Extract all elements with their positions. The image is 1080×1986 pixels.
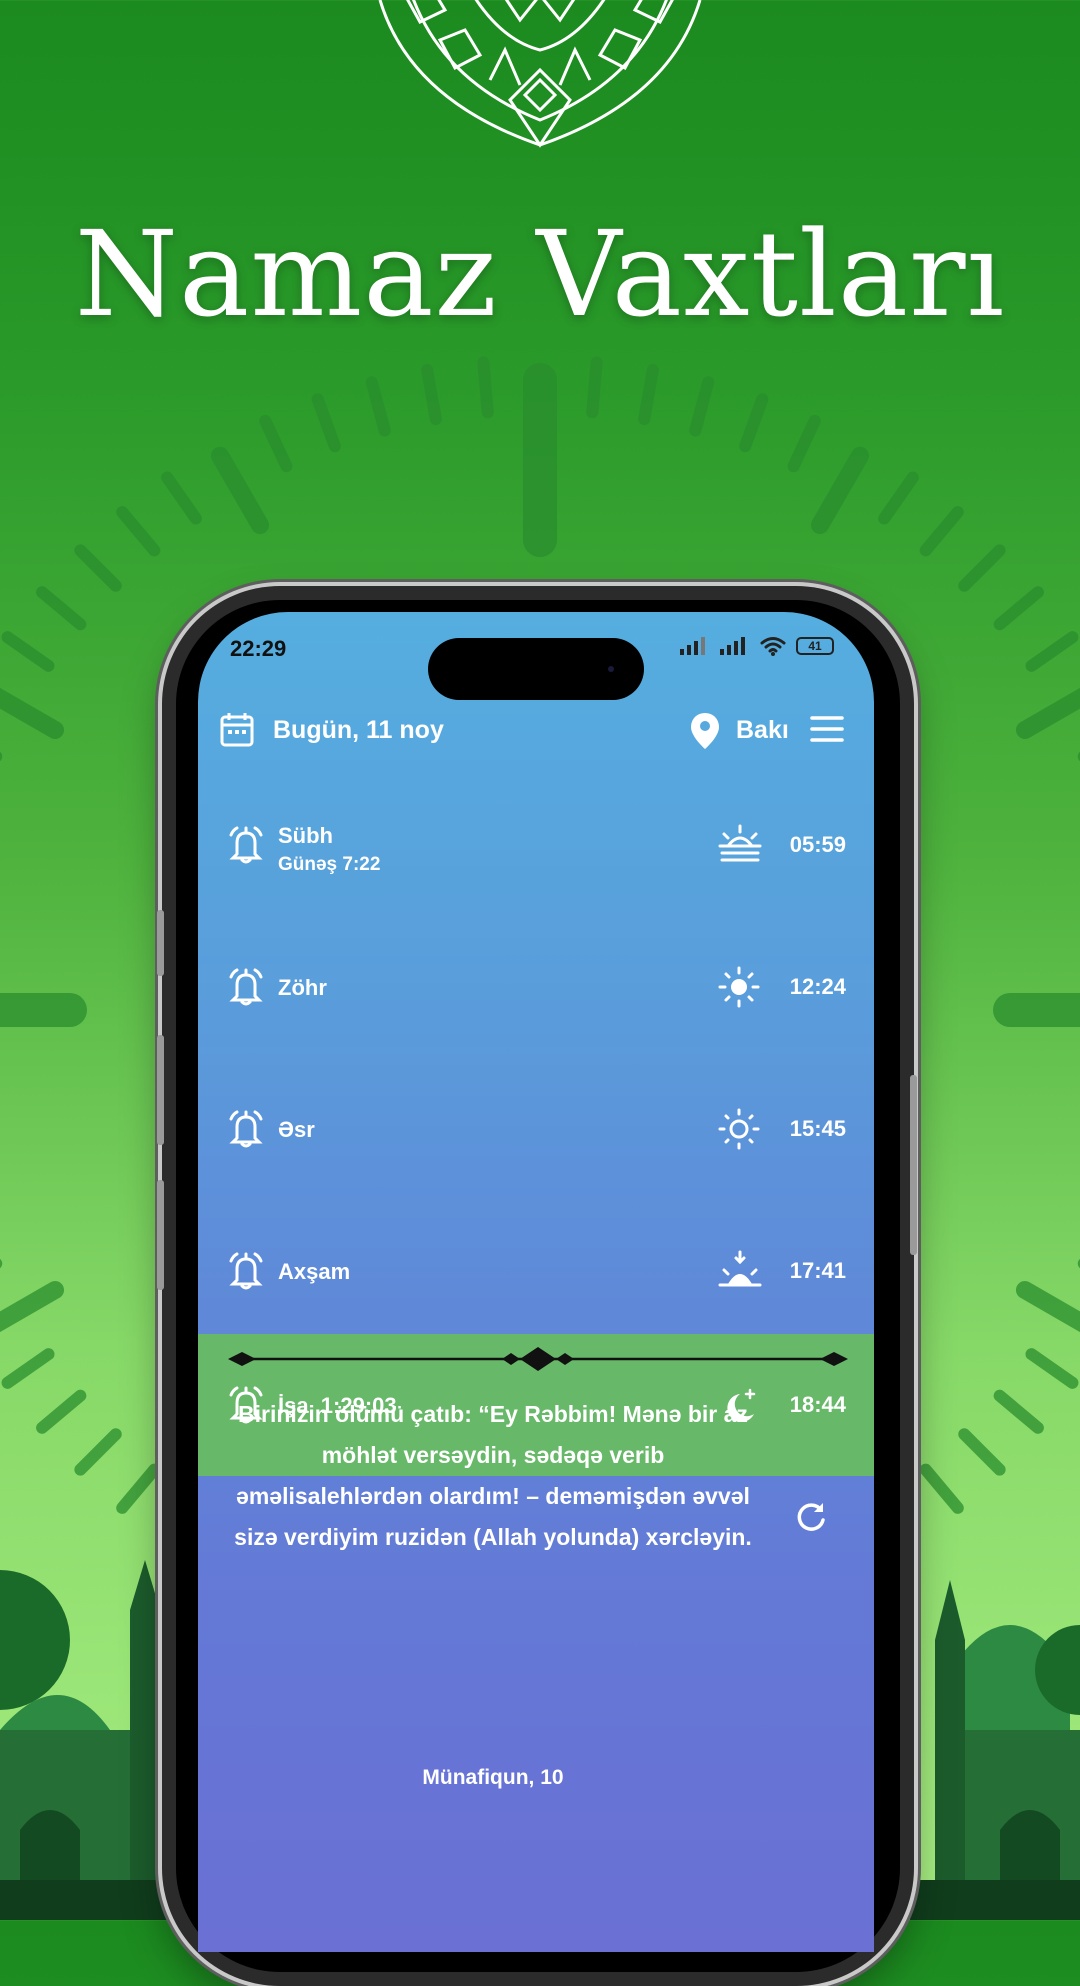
dynamic-island bbox=[428, 638, 644, 700]
location-city[interactable]: Bakı bbox=[736, 716, 789, 745]
background-ray bbox=[811, 446, 869, 535]
background-ray bbox=[739, 393, 769, 453]
background-ray bbox=[787, 414, 821, 473]
location-pin-icon[interactable] bbox=[690, 712, 720, 750]
background-ray bbox=[958, 1428, 1006, 1476]
background-ray bbox=[74, 544, 122, 592]
prayer-row-esr[interactable]: Əsr 15:45 bbox=[198, 1060, 874, 1202]
background-ray bbox=[211, 446, 269, 535]
phone-power-button bbox=[910, 1075, 917, 1255]
background-ray bbox=[689, 376, 715, 437]
alarm-bell-icon[interactable] bbox=[228, 826, 264, 864]
background-ray bbox=[259, 414, 293, 473]
background-ray bbox=[1025, 631, 1079, 672]
mosque-silhouette-left bbox=[0, 1560, 170, 1920]
mosque-silhouette-right bbox=[910, 1580, 1080, 1920]
prayer-time: 15:45 bbox=[789, 1116, 846, 1141]
background-ray bbox=[919, 506, 964, 557]
current-date[interactable]: Bugün, 11 noy bbox=[273, 716, 444, 745]
background-ray bbox=[993, 586, 1044, 631]
background-ray bbox=[36, 586, 87, 631]
background-ray bbox=[1, 631, 55, 672]
prayer-time: 05:59 bbox=[789, 832, 846, 857]
ornamental-divider bbox=[228, 1347, 848, 1371]
sun-icon bbox=[718, 966, 760, 1008]
background-ray bbox=[116, 506, 161, 557]
background-ray bbox=[365, 376, 391, 437]
prayer-row-zohr[interactable]: Zöhr 12:24 bbox=[198, 918, 874, 1060]
signal-icon bbox=[720, 637, 745, 655]
status-time: 22:29 bbox=[230, 636, 287, 661]
background-ray bbox=[36, 1389, 87, 1434]
prayer-time: 18:44 bbox=[789, 1392, 846, 1417]
background-ray bbox=[1015, 1281, 1080, 1333]
prayer-row-subh[interactable]: Sübh Günəş 7:22 05:59 bbox=[198, 776, 874, 918]
background-ray bbox=[586, 356, 603, 419]
prayer-name: Əsr bbox=[278, 1117, 315, 1142]
prayer-time: 12:24 bbox=[789, 974, 846, 999]
background-ray bbox=[1, 1348, 55, 1389]
background-ray bbox=[161, 471, 202, 525]
background-ray bbox=[1015, 687, 1080, 739]
alarm-bell-icon[interactable] bbox=[228, 968, 264, 1006]
background-ray bbox=[993, 1389, 1044, 1434]
prayer-name: Axşam bbox=[278, 1259, 351, 1284]
background-ray bbox=[1025, 1348, 1079, 1389]
app-screen: 22:29 41 Bugün, 11 noy Bakı Sübh Günəş 7… bbox=[198, 612, 874, 1952]
background-ray bbox=[311, 393, 341, 453]
prayer-time: 17:41 bbox=[789, 1258, 846, 1283]
quote-text: Birinizin ölümü çatıb: “Ey Rəbbim! Mənə … bbox=[234, 1401, 752, 1550]
app-toolbar: Bugün, 11 noy Bakı bbox=[198, 692, 874, 772]
refresh-icon[interactable] bbox=[794, 1500, 828, 1534]
background-ray bbox=[638, 363, 659, 426]
phone-volume-up bbox=[157, 1035, 164, 1145]
phone-volume-down bbox=[157, 1180, 164, 1290]
quote-source: Münafiqun, 10 bbox=[422, 1766, 564, 1789]
alarm-bell-icon[interactable] bbox=[228, 1252, 264, 1290]
background-ray bbox=[477, 356, 494, 419]
status-icons: 41 bbox=[680, 636, 834, 656]
battery-icon: 41 bbox=[796, 637, 834, 655]
sunset-icon bbox=[718, 1250, 762, 1287]
background-ray bbox=[0, 687, 65, 739]
sun-outline-icon bbox=[718, 1108, 760, 1150]
wifi-icon bbox=[760, 637, 786, 656]
prayer-name: Sübh bbox=[278, 823, 333, 848]
hamburger-menu-icon[interactable] bbox=[810, 714, 844, 744]
calendar-icon[interactable] bbox=[220, 712, 254, 748]
app-headline: Namaz Vaxtları bbox=[74, 205, 1006, 343]
background-ray bbox=[421, 363, 442, 426]
battery-level: 41 bbox=[808, 639, 822, 653]
sunrise-time: Günəş 7:22 bbox=[278, 854, 381, 875]
mandala-ornament-icon bbox=[378, 0, 702, 148]
alarm-bell-icon[interactable] bbox=[228, 1110, 264, 1148]
sunrise-icon bbox=[718, 824, 762, 862]
signal-icon bbox=[680, 637, 705, 655]
phone-side-button bbox=[157, 910, 164, 976]
background-ray bbox=[958, 544, 1006, 592]
prayer-row-axsam[interactable]: Axşam 17:41 bbox=[198, 1202, 874, 1344]
prayer-name: Zöhr bbox=[278, 975, 327, 1000]
background-ray bbox=[878, 471, 919, 525]
background-ray bbox=[0, 1281, 65, 1333]
background-ray bbox=[74, 1428, 122, 1476]
